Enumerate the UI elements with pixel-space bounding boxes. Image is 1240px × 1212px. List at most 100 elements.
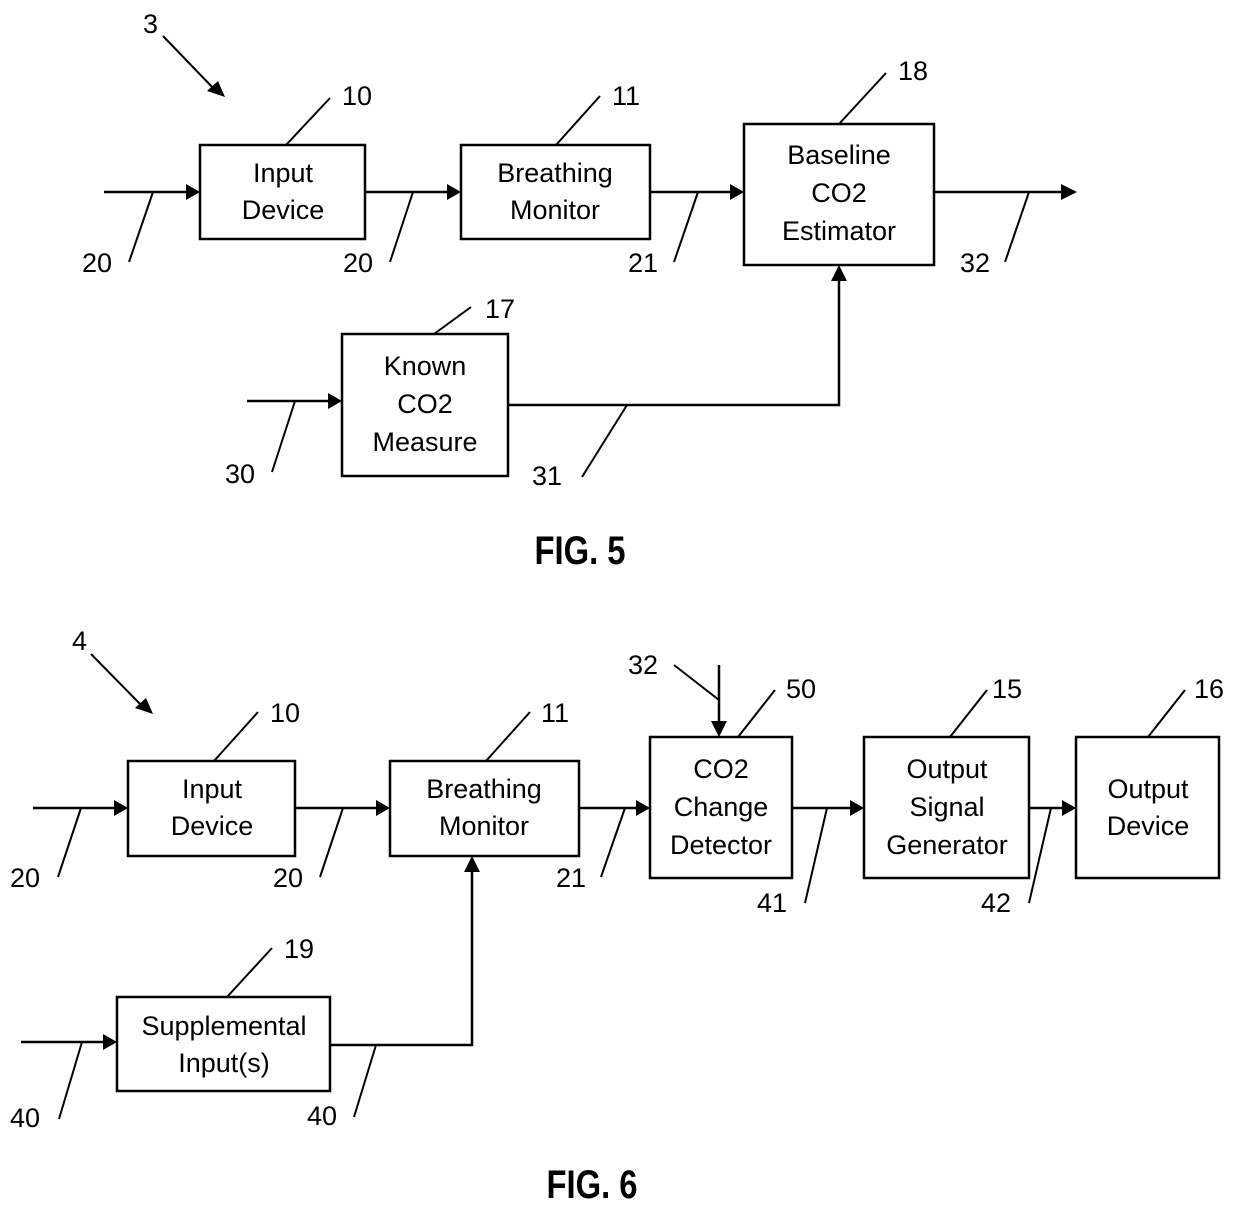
block-label-line: CO2 (397, 389, 453, 419)
block-ref-number: 10 (342, 81, 372, 111)
block-input-device: Input Device 10 (126, 698, 300, 858)
block-ref-number: 11 (541, 698, 569, 728)
block-ref-number: 15 (992, 674, 1022, 704)
ref-leader (555, 95, 601, 146)
block-ref-number: 16 (1194, 674, 1224, 704)
signal-leader (581, 404, 628, 478)
signal-ref-number: 20 (82, 248, 112, 278)
arrowhead-icon (464, 856, 480, 872)
connector-line (330, 870, 474, 1047)
signal-ref-number: 20 (10, 863, 40, 893)
block-label-line: Device (242, 195, 325, 225)
signal-30-known-input: 30 (225, 393, 342, 489)
block-label-line: Input (253, 158, 314, 188)
signal-32-output: 32 (934, 184, 1077, 278)
block-breathing-monitor: Breathing Monitor 11 (388, 698, 581, 858)
arrowhead-icon (1062, 800, 1076, 816)
arrowhead-icon (103, 1034, 117, 1050)
signal-leader (353, 1044, 377, 1118)
signal-leader (58, 1041, 83, 1120)
system-ref-arrow-line (162, 35, 216, 91)
arrowhead-icon (328, 393, 342, 409)
figure-5: 3 Input Device 10 Breathing Monitor 11 B… (82, 9, 1077, 573)
arrowhead-icon (730, 184, 744, 200)
signal-leader (673, 191, 699, 263)
ref-leader (737, 689, 776, 738)
block-label-line: Output (1107, 774, 1189, 804)
signal-leader (57, 807, 82, 878)
ref-leader (433, 306, 472, 335)
figure-caption: FIG. 6 (546, 1162, 637, 1207)
signal-leader (600, 807, 626, 878)
block-label-line: Device (171, 811, 254, 841)
signal-leader (1028, 807, 1052, 904)
signal-ref-number: 20 (273, 863, 303, 893)
signal-40-to-monitor: 40 (307, 856, 480, 1131)
block-output-signal-generator: Output Signal Generator 15 (862, 674, 1031, 880)
block-label-line: Input (182, 774, 243, 804)
block-label-line: Baseline (787, 140, 891, 170)
ref-leader (213, 711, 259, 762)
block-label-line: Device (1107, 811, 1190, 841)
block-breathing-monitor: Breathing Monitor 11 (459, 81, 652, 241)
block-label-line: Output (906, 754, 988, 784)
arrowhead-icon (850, 800, 864, 816)
system-ref-label: 4 (72, 626, 87, 656)
signal-31-to-estimator: 31 (508, 265, 847, 491)
ref-leader (838, 72, 887, 125)
block-ref-number: 11 (612, 81, 640, 111)
block-ref-number: 17 (485, 294, 515, 324)
arrowhead-icon (831, 265, 847, 281)
block-box (1074, 735, 1221, 880)
block-label-line: Supplemental (141, 1011, 306, 1041)
block-label-line: CO2 (811, 178, 867, 208)
system-ref-label: 3 (143, 9, 158, 39)
block-output-device: Output Device 16 (1074, 674, 1224, 880)
block-known-co2-measure: Known CO2 Measure 17 (340, 294, 515, 478)
signal-ref-number: 32 (628, 650, 658, 680)
block-label-line: Input(s) (178, 1048, 270, 1078)
signal-ref-number: 41 (757, 888, 787, 918)
signal-ref-number: 30 (225, 459, 255, 489)
block-label-line: Monitor (439, 811, 529, 841)
signal-leader (389, 191, 414, 263)
block-input-device: Input Device 10 (198, 81, 372, 241)
block-label-line: CO2 (693, 754, 749, 784)
patent-drawing: 3 Input Device 10 Breathing Monitor 11 B… (10, 9, 1224, 1207)
block-ref-number: 18 (898, 56, 928, 86)
signal-leader (128, 191, 154, 263)
arrowhead-icon (711, 721, 727, 737)
signal-20-input: 20 (82, 184, 200, 278)
block-label-line: Estimator (782, 216, 896, 246)
block-ref-number: 10 (270, 698, 300, 728)
block-label-line: Breathing (426, 774, 542, 804)
ref-leader (226, 947, 273, 998)
block-supplemental-inputs: Supplemental Input(s) 19 (115, 934, 332, 1093)
arrowhead-icon (636, 800, 650, 816)
signal-ref-number: 42 (981, 888, 1011, 918)
signal-leader (271, 400, 296, 473)
block-label-line: Generator (886, 830, 1008, 860)
signal-ref-number: 40 (10, 1103, 40, 1133)
signal-leader (319, 807, 344, 878)
signal-32-baseline-in: 32 (628, 650, 727, 737)
arrowhead-icon (376, 800, 390, 816)
block-label-line: Known (384, 351, 467, 381)
figure-caption: FIG. 5 (534, 528, 625, 573)
block-label-line: Change (674, 792, 769, 822)
arrowhead-icon (114, 800, 128, 816)
arrowhead-icon (1061, 184, 1077, 200)
signal-ref-number: 31 (532, 461, 562, 491)
figure-6: 4 Input Device 10 Breathing Monitor 11 C… (10, 626, 1224, 1207)
block-label-line: Measure (372, 427, 477, 457)
ref-leader (485, 711, 531, 762)
system-ref-arrow-line (90, 653, 144, 708)
ref-leader (1147, 689, 1186, 738)
arrowhead-icon (186, 184, 200, 200)
signal-ref-number: 20 (343, 248, 373, 278)
signal-ref-number: 32 (960, 248, 990, 278)
signal-leader (804, 807, 828, 904)
connector-line (508, 279, 841, 407)
block-baseline-co2-estimator: Baseline CO2 Estimator 18 (742, 56, 936, 267)
signal-ref-number: 21 (628, 248, 658, 278)
